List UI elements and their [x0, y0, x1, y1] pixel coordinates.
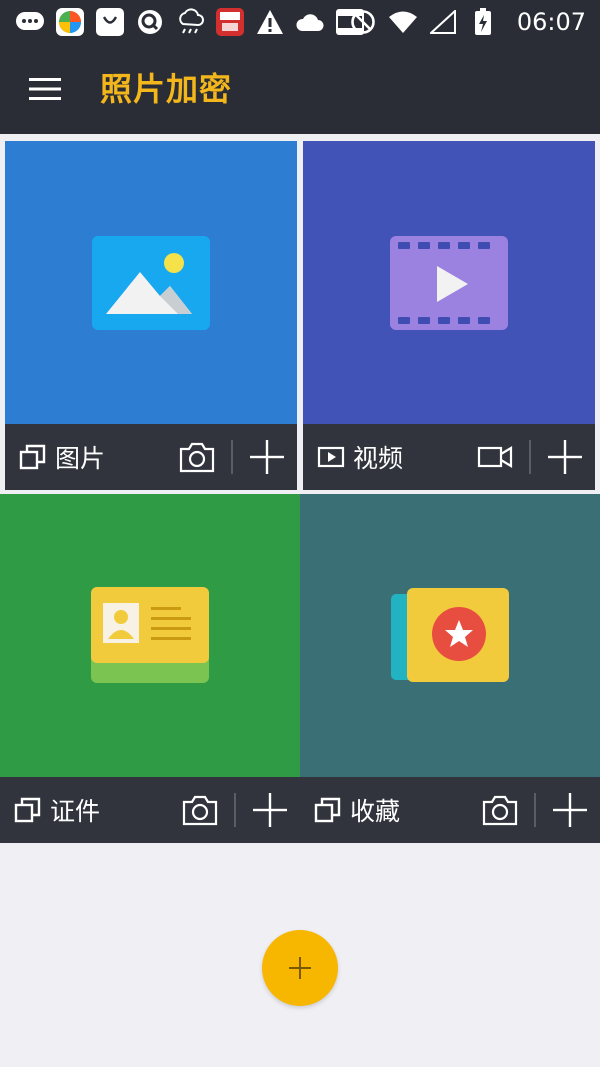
news-red-icon — [214, 6, 246, 38]
tile-videos-bar: 视频 — [303, 424, 595, 490]
favorites-add-button[interactable] — [550, 790, 590, 830]
tile-videos-label-group[interactable]: 视频 — [317, 424, 403, 490]
divider — [234, 793, 236, 827]
stack-icon — [14, 797, 41, 823]
signal-icon — [427, 6, 459, 38]
photos-add-button[interactable] — [247, 437, 287, 477]
warning-icon — [254, 6, 286, 38]
shopping-bag-icon — [94, 6, 126, 38]
tile-videos[interactable]: 视频 — [303, 141, 595, 490]
wifi-icon — [387, 6, 419, 38]
status-bar: 06:07 — [0, 0, 600, 44]
tile-photos-actions — [177, 424, 287, 490]
stack-icon — [314, 797, 341, 823]
status-time: 06:07 — [516, 8, 586, 36]
status-system-icons: 06:07 — [347, 6, 586, 38]
tile-documents[interactable]: 证件 — [0, 494, 300, 843]
pinwheel-icon — [54, 6, 86, 38]
tile-photos-label: 图片 — [55, 444, 106, 473]
tile-documents-label: 证件 — [50, 797, 101, 826]
tile-favorites-bar: 收藏 — [300, 777, 600, 843]
tile-favorites-actions — [480, 777, 590, 843]
q-icon — [134, 6, 166, 38]
tile-photos-area[interactable] — [5, 141, 297, 424]
tile-photos[interactable]: 图片 — [5, 141, 297, 490]
weather-icon — [174, 6, 206, 38]
tile-favorites[interactable]: 收藏 — [300, 494, 600, 843]
divider — [534, 793, 536, 827]
plus-icon — [250, 440, 284, 474]
tile-videos-actions — [475, 424, 585, 490]
video-camera-icon — [477, 446, 513, 468]
chat-icon — [14, 6, 46, 38]
id-card-icon — [91, 586, 209, 683]
dnd-icon — [347, 6, 379, 38]
divider — [231, 440, 233, 474]
app-bar: 照片加密 — [0, 44, 600, 134]
add-fab-button[interactable] — [262, 930, 338, 1006]
camera-icon — [182, 795, 218, 826]
divider — [529, 440, 531, 474]
plus-icon — [253, 793, 287, 827]
tile-photos-label-group[interactable]: 图片 — [19, 424, 105, 490]
tile-documents-label-group[interactable]: 证件 — [14, 777, 100, 843]
stack-icon — [19, 444, 46, 470]
image-gallery-icon — [92, 235, 210, 330]
tile-favorites-label-group[interactable]: 收藏 — [314, 777, 400, 843]
plus-icon — [548, 440, 582, 474]
tile-documents-actions — [180, 777, 290, 843]
hamburger-menu-icon — [29, 78, 61, 100]
documents-add-button[interactable] — [250, 790, 290, 830]
favorites-camera-button[interactable] — [480, 790, 520, 830]
documents-camera-button[interactable] — [180, 790, 220, 830]
tile-videos-label: 视频 — [353, 444, 404, 473]
cloud-icon — [294, 6, 326, 38]
videos-add-button[interactable] — [545, 437, 585, 477]
tile-photos-bar: 图片 — [5, 424, 297, 490]
camera-icon — [482, 795, 518, 826]
screen: 06:07 照片加密 图片 视频 证件 收藏 — [0, 0, 600, 1067]
favorite-folder-icon — [391, 587, 509, 682]
play-box-icon — [317, 446, 345, 468]
plus-icon — [553, 793, 587, 827]
tile-favorites-label: 收藏 — [350, 797, 401, 826]
status-notification-icons — [14, 6, 374, 38]
tile-documents-bar: 证件 — [0, 777, 300, 843]
videos-record-button[interactable] — [475, 437, 515, 477]
camera-icon — [179, 442, 215, 473]
tile-documents-area[interactable] — [0, 494, 300, 777]
plus-icon — [289, 957, 311, 979]
menu-button[interactable] — [22, 66, 68, 112]
video-film-icon — [390, 235, 508, 330]
page-title: 照片加密 — [100, 70, 233, 108]
tile-videos-area[interactable] — [303, 141, 595, 424]
battery-charging-icon — [467, 6, 499, 38]
tile-favorites-area[interactable] — [300, 494, 600, 777]
photos-camera-button[interactable] — [177, 437, 217, 477]
